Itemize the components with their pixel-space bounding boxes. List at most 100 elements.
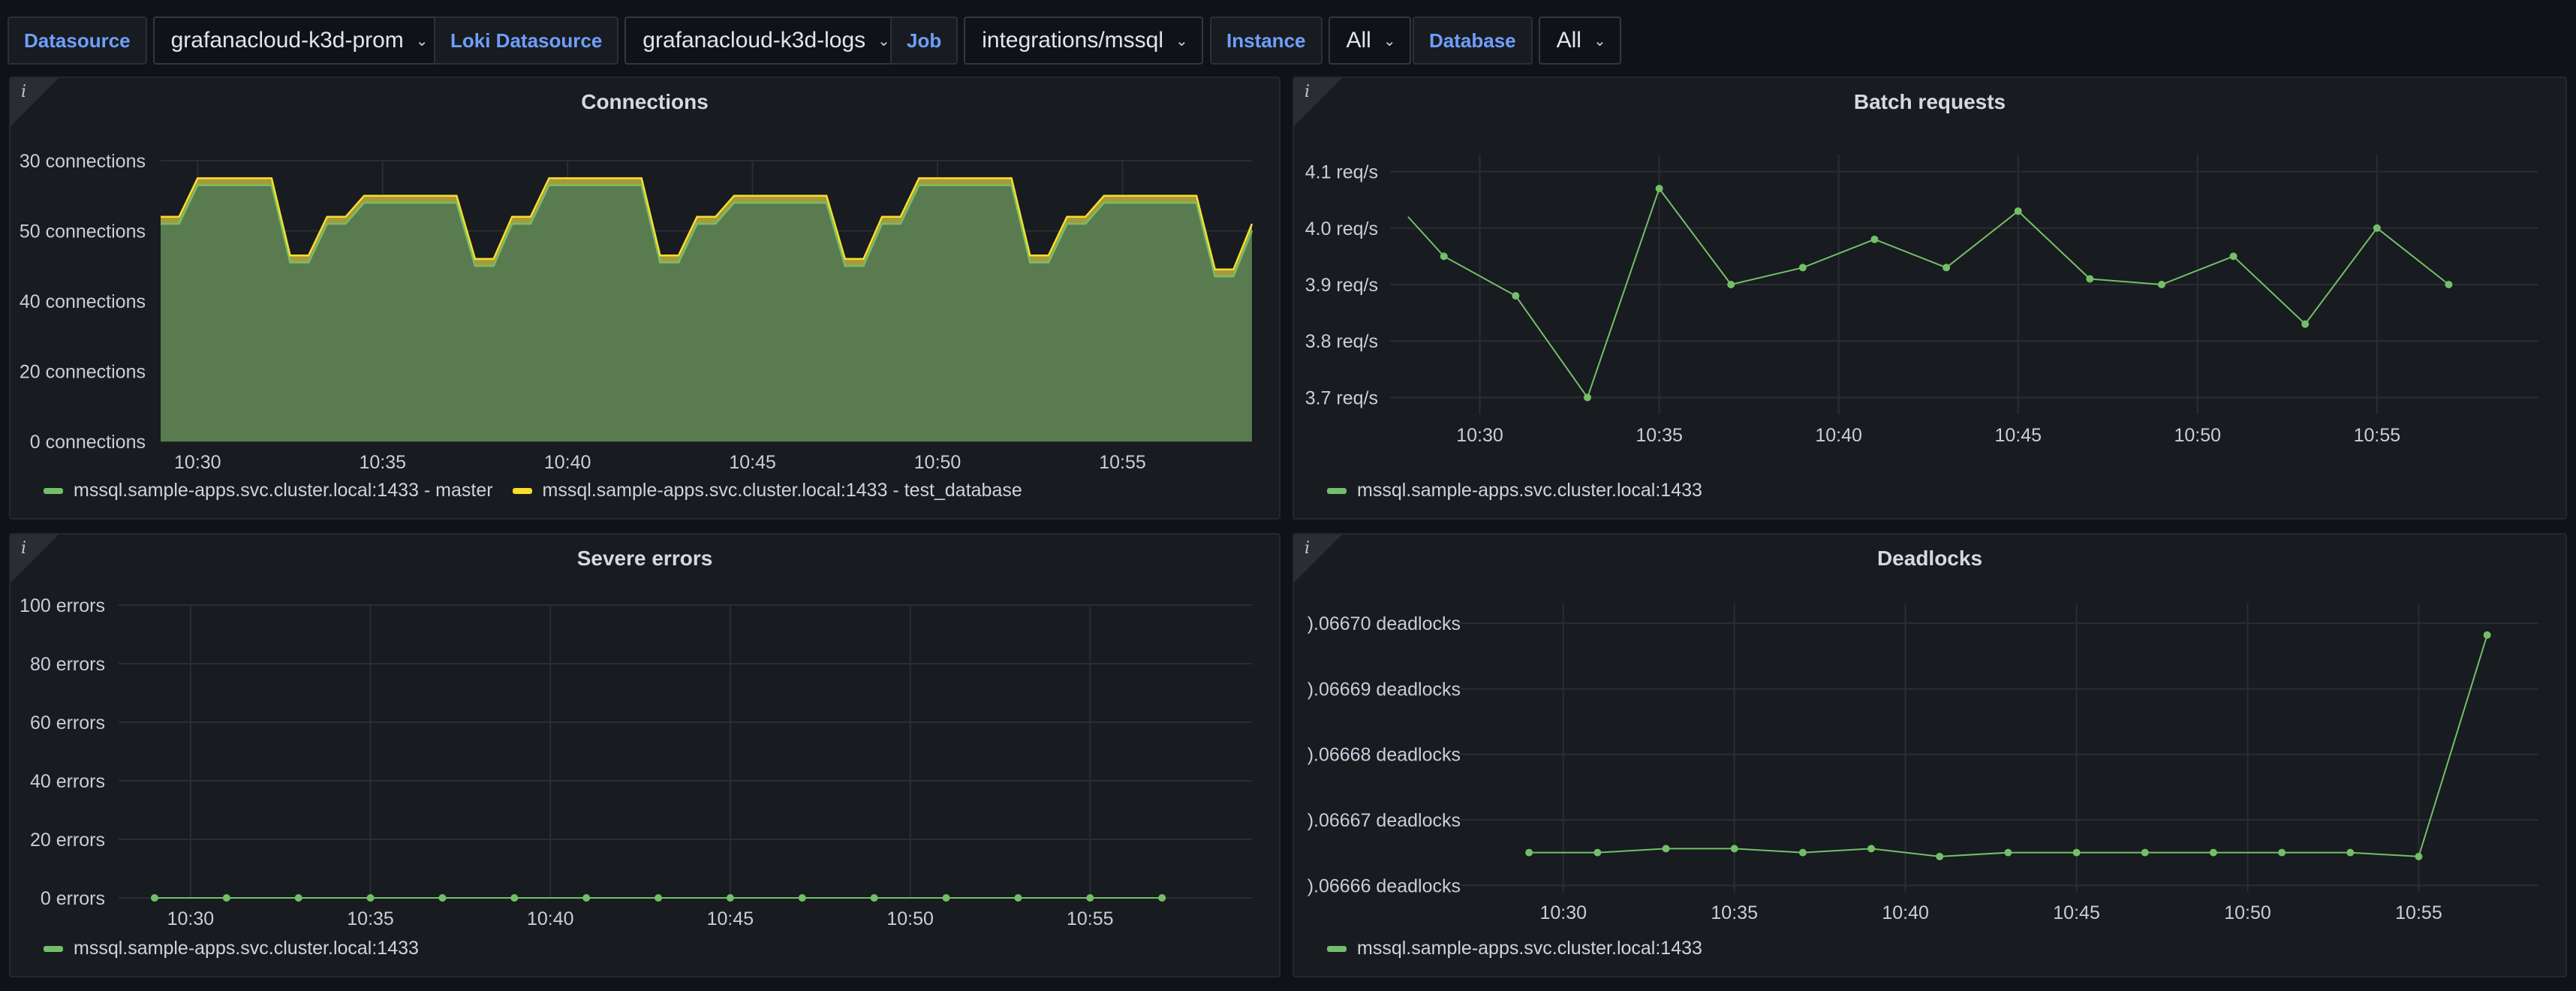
- y-tick-label: 4.1 req/s: [1305, 162, 1378, 183]
- var-database: Database All ⌄: [1413, 17, 1621, 65]
- var-loki-datasource: Loki Datasource grafanacloud-k3d-logs ⌄: [434, 17, 905, 65]
- variable-bar: Datasource grafanacloud-k3d-prom ⌄ Loki …: [0, 0, 2576, 78]
- y-tick-label: 20 connections: [20, 362, 146, 383]
- var-job: Job integrations/mssql ⌄: [890, 17, 1203, 65]
- data-point: [1730, 845, 1738, 853]
- data-point: [1014, 894, 1022, 902]
- x-tick-label: 10:35: [1711, 902, 1758, 923]
- x-tick-label: 10:30: [167, 908, 215, 929]
- y-tick-label: 60 errors: [30, 712, 105, 733]
- data-point: [2278, 848, 2286, 857]
- var-instance-label: Instance: [1210, 17, 1323, 65]
- x-tick-label: 10:50: [886, 908, 934, 929]
- chart-legend: mssql.sample-apps.svc.cluster.local:1433…: [44, 480, 1022, 502]
- data-point: [150, 894, 158, 902]
- y-tick-label: 30 connections: [20, 151, 146, 172]
- severe-errors-panel[interactable]: i Severe errors 0 errors 20 errors 40 erro…: [9, 533, 1280, 977]
- var-database-label: Database: [1413, 17, 1533, 65]
- datasource-select[interactable]: grafanacloud-k3d-prom ⌄: [152, 17, 444, 65]
- data-point: [798, 894, 806, 902]
- data-point: [726, 894, 734, 902]
- data-point: [1512, 292, 1520, 300]
- data-point: [1593, 848, 1602, 857]
- legend-swatch: [44, 945, 63, 952]
- legend-item[interactable]: mssql.sample-apps.svc.cluster.local:1433: [1327, 938, 1702, 959]
- legend-item[interactable]: mssql.sample-apps.svc.cluster.local:1433: [44, 938, 419, 959]
- chevron-down-icon: ⌄: [1175, 32, 1188, 50]
- y-tick-label: 0 errors: [41, 888, 105, 909]
- var-datasource: Datasource grafanacloud-k3d-prom ⌄: [8, 17, 444, 65]
- data-point: [1662, 845, 1670, 853]
- data-point: [1798, 264, 1807, 272]
- data-point: [2229, 252, 2237, 261]
- legend-swatch: [44, 487, 63, 494]
- x-tick-label: 10:30: [174, 452, 221, 473]
- y-tick-label: 3.9 req/s: [1305, 275, 1378, 296]
- data-point: [1727, 281, 1735, 288]
- chevron-down-icon: ⌄: [1593, 32, 1606, 50]
- data-point: [2301, 320, 2310, 328]
- data-point: [2141, 848, 2149, 857]
- chart-legend: mssql.sample-apps.svc.cluster.local:1433: [1327, 938, 1702, 959]
- y-tick-label: ).06667 deadlocks: [1308, 810, 1461, 831]
- data-point: [870, 894, 878, 902]
- legend-item[interactable]: mssql.sample-apps.svc.cluster.local:1433…: [512, 480, 1022, 502]
- series-line: [1407, 187, 2450, 399]
- y-tick-label: 50 connections: [20, 221, 146, 242]
- data-point: [2004, 848, 2012, 857]
- chevron-down-icon: ⌄: [877, 32, 890, 50]
- data-point: [366, 894, 375, 902]
- y-tick-label: 100 errors: [20, 595, 105, 616]
- data-point: [1943, 264, 1951, 272]
- data-point: [2415, 852, 2423, 860]
- data-point: [1936, 852, 1944, 860]
- data-point: [655, 894, 663, 902]
- y-tick-label: ).06666 deadlocks: [1308, 875, 1461, 896]
- legend-label: mssql.sample-apps.svc.cluster.local:1433…: [542, 480, 1022, 501]
- legend-item[interactable]: mssql.sample-apps.svc.cluster.local:1433…: [44, 480, 493, 502]
- legend-swatch: [1327, 487, 1347, 494]
- legend-label: mssql.sample-apps.svc.cluster.local:1433: [1357, 480, 1702, 501]
- x-tick-label: 10:40: [527, 908, 574, 929]
- var-instance: Instance All ⌄: [1210, 17, 1411, 65]
- legend-label: mssql.sample-apps.svc.cluster.local:1433: [74, 938, 419, 959]
- chevron-down-icon: ⌄: [1383, 32, 1396, 50]
- x-tick-label: 10:35: [347, 908, 394, 929]
- connections-panel[interactable]: i Connections 0 connections 20 connection…: [9, 77, 1280, 520]
- loki-datasource-select[interactable]: grafanacloud-k3d-logs ⌄: [624, 17, 905, 65]
- data-point: [2014, 207, 2022, 215]
- y-tick-label: 4.0 req/s: [1305, 218, 1378, 239]
- data-point: [294, 894, 302, 902]
- x-tick-label: 10:55: [1099, 452, 1146, 473]
- deadlocks-panel[interactable]: i Deadlocks ).06666 deadlocks).06667 dea…: [1293, 533, 2567, 977]
- legend-item[interactable]: mssql.sample-apps.svc.cluster.local:1433: [1327, 480, 1702, 502]
- legend-label: mssql.sample-apps.svc.cluster.local:1433…: [74, 480, 493, 501]
- x-tick-label: 10:45: [729, 452, 776, 473]
- data-point: [1798, 848, 1807, 857]
- x-tick-label: 10:35: [1636, 425, 1683, 446]
- legend-swatch: [512, 487, 532, 494]
- x-tick-label: 10:50: [2174, 425, 2222, 446]
- connections-chart[interactable]: 0 connections 20 connections 40 connection…: [11, 78, 1280, 520]
- instance-select[interactable]: All ⌄: [1328, 17, 1411, 65]
- data-point: [1440, 252, 1448, 261]
- batch-requests-chart[interactable]: 3.7 req/s 3.8 req/s 3.9 req/s 4.0 req/s 4.1 …: [1294, 78, 2567, 520]
- data-point: [2373, 224, 2381, 232]
- var-loki-label: Loki Datasource: [434, 17, 619, 65]
- job-select[interactable]: integrations/mssql ⌄: [964, 17, 1203, 65]
- data-point: [1655, 185, 1663, 193]
- data-point: [582, 894, 591, 902]
- data-point: [438, 894, 447, 902]
- y-tick-label: ).06669 deadlocks: [1308, 679, 1461, 700]
- var-datasource-label: Datasource: [8, 17, 147, 65]
- series-line: [1529, 634, 2488, 857]
- x-tick-label: 10:40: [1815, 425, 1862, 446]
- deadlocks-chart[interactable]: ).06666 deadlocks ).06667 deadlocks ).0666…: [1294, 535, 2567, 977]
- y-tick-label: 0 connections: [30, 432, 146, 453]
- batch-requests-panel[interactable]: i Batch requests 3.7 req/s 3.8 req/s 3.9 r…: [1293, 77, 2567, 520]
- y-tick-label: 40 connections: [20, 291, 146, 312]
- var-job-label: Job: [890, 17, 958, 65]
- database-select[interactable]: All ⌄: [1538, 17, 1621, 65]
- x-tick-label: 10:45: [2053, 902, 2100, 923]
- severe-errors-chart[interactable]: 0 errors 20 errors 40 errors 60 errors 80 er…: [11, 535, 1280, 977]
